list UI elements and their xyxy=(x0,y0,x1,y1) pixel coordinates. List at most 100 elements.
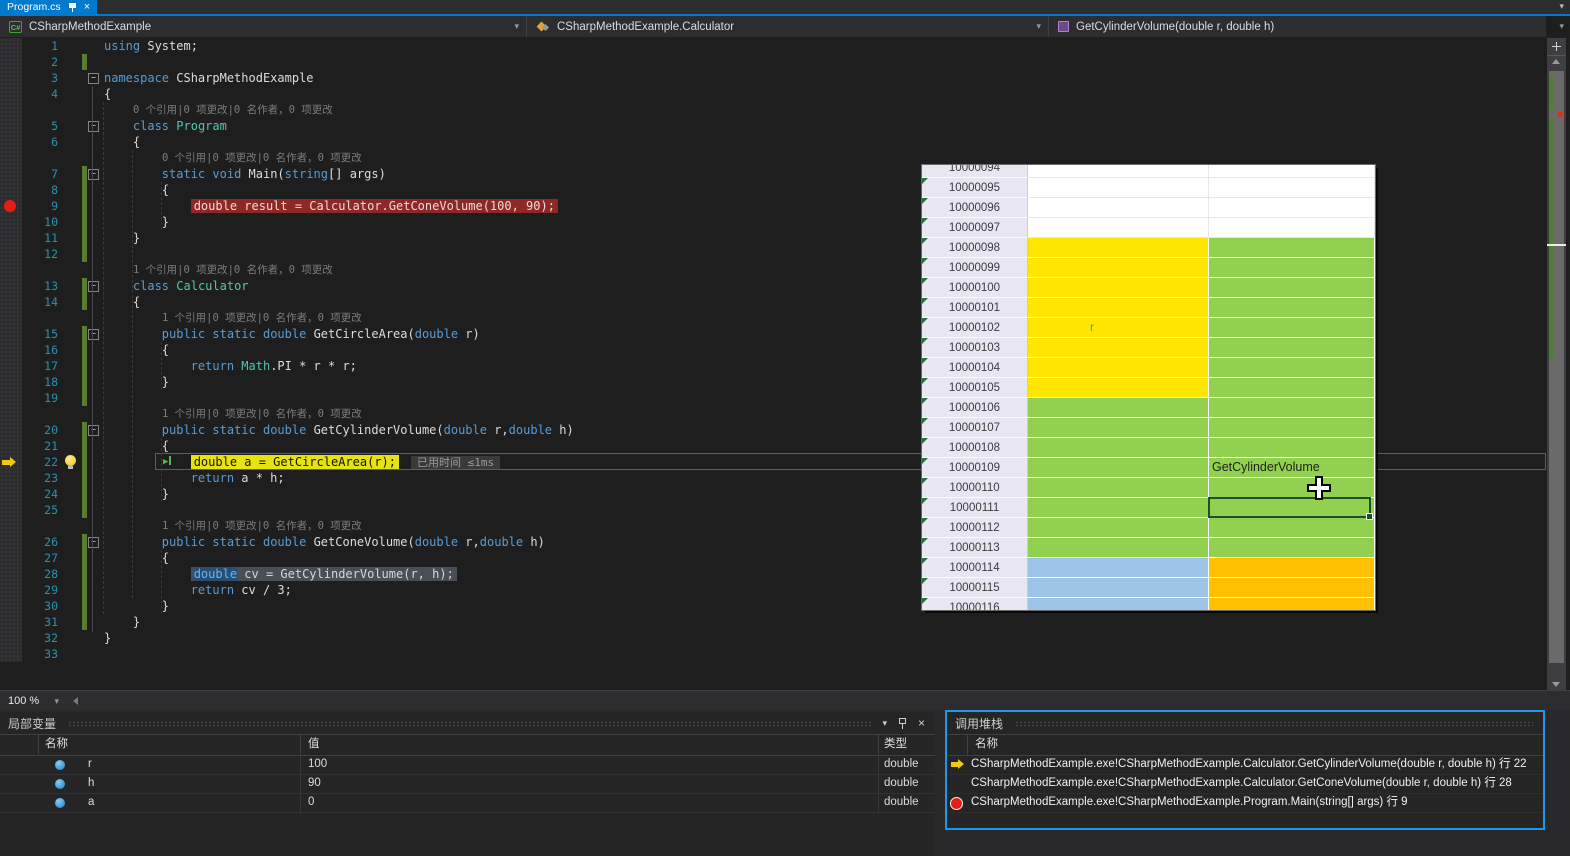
row-header[interactable]: 10000103 xyxy=(922,338,1028,358)
sheet-cell[interactable] xyxy=(1209,518,1375,538)
row-header[interactable]: 10000112 xyxy=(922,518,1028,538)
variable-value[interactable]: 0 xyxy=(308,794,314,811)
variable-value[interactable]: 100 xyxy=(308,756,327,773)
sheet-cell[interactable] xyxy=(1028,278,1209,298)
sheet-cell[interactable] xyxy=(1028,458,1209,478)
row-header[interactable]: 10000102 xyxy=(922,318,1028,338)
code-line-32[interactable]: 32} xyxy=(0,630,1570,646)
row-header[interactable]: 10000100 xyxy=(922,278,1028,298)
code-editor[interactable]: 1using System;23−namespace CSharpMethodE… xyxy=(0,38,1570,690)
sheet-cell[interactable] xyxy=(1209,258,1375,278)
sheet-cell[interactable] xyxy=(1209,398,1375,418)
sheet-cell[interactable] xyxy=(1028,198,1209,218)
sheet-cell[interactable] xyxy=(1028,418,1209,438)
variable-value[interactable]: 90 xyxy=(308,775,321,792)
locals-col-name[interactable]: 名称 xyxy=(45,735,68,754)
row-header[interactable]: 10000104 xyxy=(922,358,1028,378)
sheet-cell[interactable] xyxy=(1209,278,1375,298)
fold-toggle[interactable]: − xyxy=(88,281,99,292)
selected-cell-outline[interactable] xyxy=(1208,497,1371,518)
sheet-cell[interactable] xyxy=(1209,178,1375,198)
fold-toggle[interactable]: − xyxy=(88,329,99,340)
sheet-cell[interactable] xyxy=(1028,358,1209,378)
sheet-cell[interactable] xyxy=(1028,518,1209,538)
code-line-6[interactable]: 6 { xyxy=(0,134,1570,150)
sheet-cell[interactable] xyxy=(1209,238,1375,258)
row-header[interactable]: 10000113 xyxy=(922,538,1028,558)
sheet-cell[interactable] xyxy=(1028,258,1209,278)
sheet-cell[interactable] xyxy=(1028,238,1209,258)
row-header[interactable]: 10000097 xyxy=(922,218,1028,238)
sheet-cell[interactable] xyxy=(1209,438,1375,458)
code-line-3[interactable]: 3−namespace CSharpMethodExample xyxy=(0,70,1570,86)
zoom-level-dropdown[interactable]: 100 % ▾ xyxy=(0,692,64,710)
member-dropdown[interactable]: GetCylinderVolume(double r, double h) xyxy=(1049,16,1546,37)
sheet-cell[interactable] xyxy=(1028,165,1209,178)
sheet-cell[interactable] xyxy=(1209,298,1375,318)
member-dropdown-chevron-icon[interactable]: ▾ xyxy=(1559,21,1564,32)
callstack-col-name[interactable]: 名称 xyxy=(975,735,998,754)
locals-col-type[interactable]: 类型 xyxy=(884,735,907,754)
fold-toggle[interactable]: − xyxy=(88,537,99,548)
sheet-cell[interactable] xyxy=(1209,418,1375,438)
row-header[interactable]: 10000094 xyxy=(922,165,1028,178)
perf-tip[interactable]: 已用时间 ≤1ms xyxy=(411,456,500,469)
close-icon[interactable]: × xyxy=(84,2,90,13)
fold-toggle[interactable]: − xyxy=(88,73,99,84)
split-editor-handle[interactable] xyxy=(1547,38,1566,56)
sheet-cell[interactable] xyxy=(1028,178,1209,198)
sheet-cell[interactable] xyxy=(1209,578,1375,598)
sheet-cell[interactable] xyxy=(1028,538,1209,558)
row-header[interactable]: 10000098 xyxy=(922,238,1028,258)
row-header[interactable]: 10000110 xyxy=(922,478,1028,498)
stack-frame-2[interactable]: CSharpMethodExample.exe!CSharpMethodExam… xyxy=(947,794,1543,813)
locals-row-h[interactable]: h90double xyxy=(0,775,935,794)
code-line-1[interactable]: 1using System; xyxy=(0,38,1570,54)
pin-icon[interactable] xyxy=(69,2,76,12)
sheet-cell[interactable] xyxy=(1209,538,1375,558)
sheet-cell[interactable]: GetCylinderVolume xyxy=(1209,458,1375,478)
sheet-cell[interactable] xyxy=(1209,378,1375,398)
row-header[interactable]: 10000115 xyxy=(922,578,1028,598)
codelens-text[interactable]: 0 个引用|0 项更改|0 名作者，0 项更改 xyxy=(104,102,1570,118)
row-header[interactable]: 10000108 xyxy=(922,438,1028,458)
document-list-chevron-icon[interactable]: ▾ xyxy=(1559,0,1564,13)
sheet-cell[interactable] xyxy=(1028,598,1209,610)
sheet-cell[interactable] xyxy=(1209,358,1375,378)
row-header[interactable]: 10000107 xyxy=(922,418,1028,438)
sheet-cell[interactable] xyxy=(1209,598,1375,610)
row-header[interactable]: 10000095 xyxy=(922,178,1028,198)
sheet-cell[interactable] xyxy=(1209,218,1375,238)
sheet-cell[interactable] xyxy=(1028,438,1209,458)
fold-toggle[interactable]: − xyxy=(88,425,99,436)
breakpoint-icon[interactable] xyxy=(4,200,16,212)
scroll-up-arrow-icon[interactable] xyxy=(1552,59,1560,64)
sheet-cell[interactable] xyxy=(1028,478,1209,498)
stack-frame-0[interactable]: CSharpMethodExample.exe!CSharpMethodExam… xyxy=(947,756,1543,775)
sheet-cell[interactable] xyxy=(1028,378,1209,398)
sheet-cell[interactable]: r xyxy=(1028,318,1209,338)
row-header[interactable]: 10000109 xyxy=(922,458,1028,478)
row-header[interactable]: 10000096 xyxy=(922,198,1028,218)
scroll-left-arrow-icon[interactable] xyxy=(73,697,78,705)
sheet-cell[interactable] xyxy=(1028,498,1209,518)
window-position-chevron-icon[interactable]: ▾ xyxy=(882,718,887,729)
row-header[interactable]: 10000105 xyxy=(922,378,1028,398)
fold-toggle[interactable]: − xyxy=(88,121,99,132)
stack-frame-1[interactable]: CSharpMethodExample.exe!CSharpMethodExam… xyxy=(947,775,1543,794)
codelens-text[interactable]: 0 个引用|0 项更改|0 名作者，0 项更改 xyxy=(104,150,1570,166)
locals-row-a[interactable]: a0double xyxy=(0,794,935,813)
fold-toggle[interactable]: − xyxy=(88,169,99,180)
pin-icon[interactable] xyxy=(899,718,906,729)
code-line-5[interactable]: 5− class Program xyxy=(0,118,1570,134)
code-line-31[interactable]: 31 } xyxy=(0,614,1570,630)
sheet-cell[interactable] xyxy=(1209,478,1375,498)
project-dropdown[interactable]: C# CSharpMethodExample ▾ xyxy=(0,16,527,37)
spreadsheet-overlay[interactable]: 1000009410000095100000961000009710000098… xyxy=(922,165,1375,610)
locals-title-bar[interactable]: 局部变量 ▾ × xyxy=(0,712,935,734)
sheet-cell[interactable] xyxy=(1028,338,1209,358)
row-header[interactable]: 10000099 xyxy=(922,258,1028,278)
sheet-cell[interactable] xyxy=(1209,338,1375,358)
tab-program-cs[interactable]: Program.cs × xyxy=(0,0,97,14)
sheet-cell[interactable] xyxy=(1209,558,1375,578)
